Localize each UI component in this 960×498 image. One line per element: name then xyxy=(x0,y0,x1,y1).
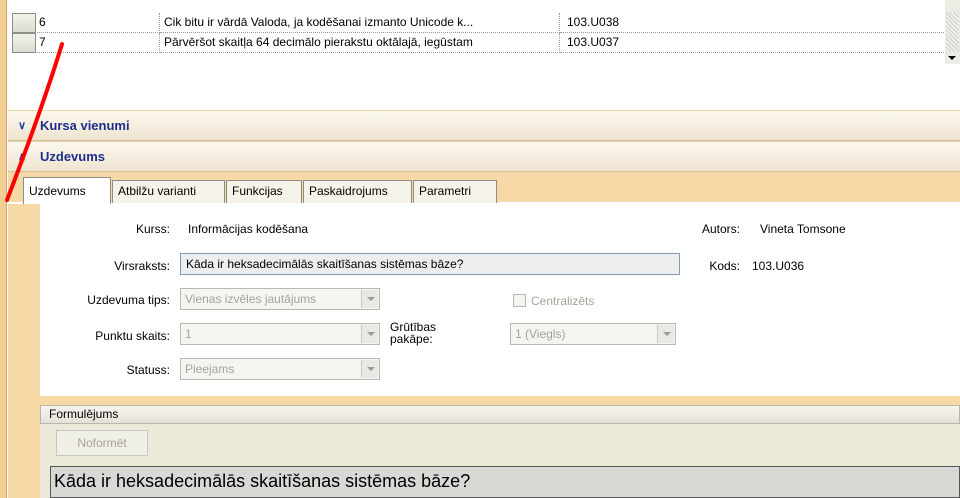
punktu-skaits-label: Punktu skaits: xyxy=(95,329,170,343)
tab-funkcijas[interactable]: Funkcijas xyxy=(226,180,302,203)
chevron-down-icon[interactable]: ∨ xyxy=(18,119,26,132)
table-row[interactable]: 7 Pārvēršot skaitļa 64 decimālo pierakst… xyxy=(0,33,945,53)
chevron-down-icon[interactable] xyxy=(657,325,674,343)
punktu-skaits-select[interactable]: 1 xyxy=(180,323,380,345)
section-title: Uzdevums xyxy=(40,149,106,164)
left-accent-strip xyxy=(0,64,7,498)
section-header-uzdevums[interactable]: ∧ Uzdevums xyxy=(8,141,960,172)
tab-paskaidrojums[interactable]: Paskaidrojums xyxy=(303,180,412,203)
chevron-up-icon[interactable]: ∧ xyxy=(18,150,26,163)
row-question-text: Cik bitu ir vārdā Valoda, ja kodēšanai i… xyxy=(160,13,560,33)
chevron-down-icon[interactable] xyxy=(361,325,378,343)
row-number: 7 xyxy=(37,33,160,53)
tab-uzdevums[interactable]: Uzdevums xyxy=(23,177,111,204)
tab-parametri[interactable]: Parametri xyxy=(413,180,497,203)
formulejums-header: Formulējums xyxy=(40,405,960,424)
centralizets-label: Centralizēts xyxy=(531,294,595,308)
uzdevuma-tips-select[interactable]: Vienas izvēles jautājums xyxy=(180,288,380,310)
questions-grid: 6 Cik bitu ir vārdā Valoda, ja kodēšanai… xyxy=(0,0,960,64)
autors-value: Vineta Tomsone xyxy=(760,222,846,236)
scroll-down-icon[interactable] xyxy=(948,56,956,60)
left-accent-strip xyxy=(0,0,7,64)
chevron-down-icon[interactable] xyxy=(361,290,378,308)
virsraksts-field[interactable]: Kāda ir heksadecimālās skaitīšanas sistē… xyxy=(180,253,680,275)
statuss-value: Pieejams xyxy=(185,362,235,376)
row-code: 103.U038 xyxy=(560,13,944,33)
scrollbar-thumb[interactable] xyxy=(946,12,959,52)
formulejums-text-field[interactable]: Kāda ir heksadecimālās skaitīšanas sistē… xyxy=(50,466,960,498)
grutibas-pakape-select[interactable]: 1 (Viegls) xyxy=(510,323,676,345)
row-selector[interactable] xyxy=(12,33,36,53)
grutibas-pakape-value: 1 (Viegls) xyxy=(515,327,566,341)
kurss-value: Informācijas kodēšana xyxy=(188,222,309,236)
grutibas-pakape-label: Grūtības pakāpe: xyxy=(390,320,437,346)
virsraksts-label: Virsraksts: xyxy=(114,259,170,273)
row-selector[interactable] xyxy=(12,13,36,33)
section-header-kursa-vienumi[interactable]: ∨ Kursa vienumi xyxy=(8,110,960,141)
tab-atbilzu-varianti[interactable]: Atbilžu varianti xyxy=(112,180,225,203)
table-row[interactable]: 6 Cik bitu ir vārdā Valoda, ja kodēšanai… xyxy=(0,13,945,33)
kurss-label: Kurss: xyxy=(135,222,170,236)
uzdevuma-tips-value: Vienas izvēles jautājums xyxy=(185,292,317,306)
grid-scrollbar[interactable] xyxy=(945,0,960,64)
punktu-skaits-value: 1 xyxy=(185,327,192,341)
section-title: Kursa vienumi xyxy=(40,118,130,133)
autors-label: Autors: xyxy=(701,222,740,236)
uzdevuma-tips-label: Uzdevuma tips: xyxy=(87,293,170,307)
row-code: 103.U037 xyxy=(560,33,944,53)
row-number: 6 xyxy=(37,13,160,33)
centralizets-checkbox[interactable] xyxy=(513,294,526,307)
kods-label: Kods: xyxy=(709,259,740,273)
grid-empty-area xyxy=(0,64,960,106)
row-question-text: Pārvēršot skaitļa 64 decimālo pierakstu … xyxy=(160,33,560,53)
statuss-label: Statuss: xyxy=(126,363,170,377)
chevron-down-icon[interactable] xyxy=(361,360,378,378)
statuss-select[interactable]: Pieejams xyxy=(180,358,380,380)
noformet-button[interactable]: Noformēt xyxy=(56,430,148,456)
kods-value: 103.U036 xyxy=(752,259,805,273)
